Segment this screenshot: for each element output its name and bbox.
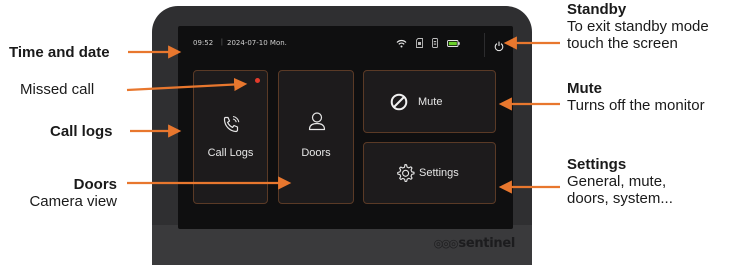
annotation-mute: Mute Turns off the monitor: [567, 80, 705, 114]
annotation-call-logs: Call logs: [50, 123, 113, 140]
annotation-doors: Doors Camera view: [29, 176, 117, 210]
annotation-time-date: Time and date: [9, 44, 110, 61]
annotation-standby: Standby To exit standby mode touch the s…: [567, 1, 709, 52]
arrow-missed-call: [126, 77, 248, 92]
annotation-settings: Settings General, mute, doors, system...: [567, 156, 673, 207]
annotation-missed-call: Missed call: [20, 81, 95, 98]
